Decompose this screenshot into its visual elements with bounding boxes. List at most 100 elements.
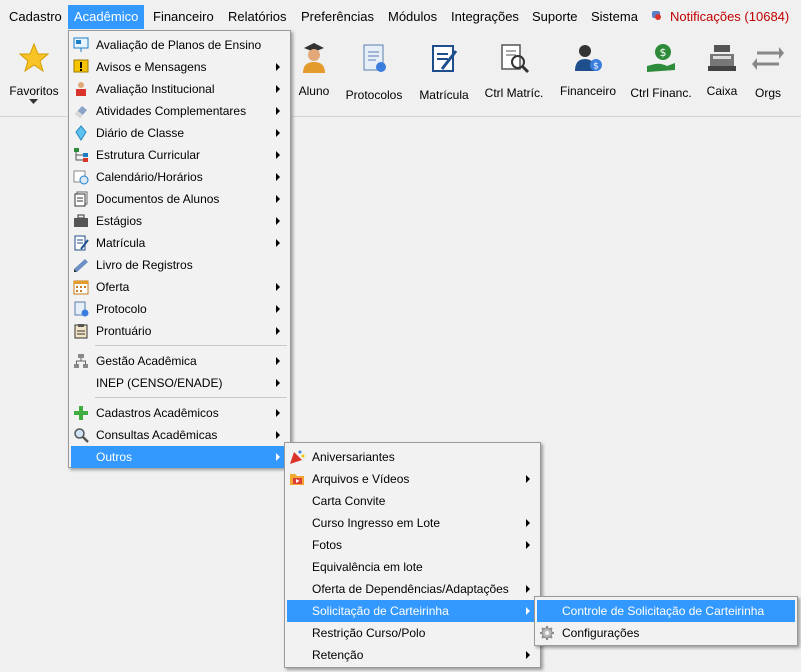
protocol-document-icon bbox=[363, 44, 386, 72]
menu-item-arquivos-videos[interactable]: Arquivos e Vídeos bbox=[287, 468, 538, 490]
menu-item-documentos-alunos[interactable]: Documentos de Alunos bbox=[71, 188, 288, 210]
swap-arrows-icon bbox=[752, 47, 784, 70]
menu-item-protocolo[interactable]: Protocolo bbox=[71, 298, 288, 320]
menu-item-gestao-academica[interactable]: Gestão Acadêmica bbox=[71, 350, 288, 372]
clipboard-icon bbox=[74, 324, 88, 339]
submenu-arrow-icon bbox=[526, 585, 530, 593]
pen-book-icon bbox=[74, 259, 88, 272]
menu-relatorios[interactable]: Relatórios bbox=[222, 5, 293, 29]
menu-item-livro-registros[interactable]: Livro de Registros bbox=[71, 254, 288, 276]
ctrl-matric-button[interactable]: Ctrl Matríc. bbox=[480, 32, 548, 116]
hierarchy-icon bbox=[74, 148, 88, 162]
orgs-button[interactable]: Orgs bbox=[748, 32, 788, 116]
submenu-arrow-icon bbox=[276, 217, 280, 225]
menu-bar: Cadastro Acadêmico Financeiro Relatórios… bbox=[0, 0, 801, 32]
menu-item-inep[interactable]: INEP (CENSO/ENADE) bbox=[71, 372, 288, 394]
menu-item-solicitacao-carteirinha[interactable]: Solicitação de Carteirinha bbox=[287, 600, 538, 622]
financeiro-button[interactable]: $ Financeiro bbox=[556, 32, 620, 116]
protocolos-button[interactable]: Protocolos bbox=[340, 32, 408, 116]
submenu-arrow-icon bbox=[276, 239, 280, 247]
menu-separator bbox=[95, 397, 287, 398]
menu-item-atividades-complementares[interactable]: Atividades Complementares bbox=[71, 100, 288, 122]
menu-item-avisos-mensagens[interactable]: Avisos e Mensagens bbox=[71, 56, 288, 78]
ctrl-matric-label: Ctrl Matríc. bbox=[484, 86, 544, 100]
academico-dropdown: Avaliação de Planos de Ensino Avisos e M… bbox=[68, 30, 291, 468]
menu-item-diario-classe[interactable]: Diário de Classe bbox=[71, 122, 288, 144]
notification-bell-icon bbox=[652, 11, 661, 20]
briefcase-icon bbox=[74, 214, 88, 227]
menu-item-oferta-dependencias[interactable]: Oferta de Dependências/Adaptações bbox=[287, 578, 538, 600]
warning-message-icon bbox=[73, 59, 89, 73]
submenu-arrow-icon bbox=[526, 651, 530, 659]
submenu-arrow-icon bbox=[276, 357, 280, 365]
menu-suporte[interactable]: Suporte bbox=[526, 5, 584, 29]
presentation-icon bbox=[73, 37, 89, 52]
document-stack-icon bbox=[74, 191, 88, 207]
menu-item-estagios[interactable]: Estágios bbox=[71, 210, 288, 232]
menu-item-equivalencia-lote[interactable]: Equivalência em lote bbox=[287, 556, 538, 578]
menu-separator bbox=[95, 345, 287, 346]
submenu-arrow-icon bbox=[276, 129, 280, 137]
submenu-arrow-icon bbox=[276, 195, 280, 203]
favoritos-button[interactable]: Favoritos bbox=[0, 32, 68, 116]
menu-item-avaliacao-planos[interactable]: Avaliação de Planos de Ensino bbox=[71, 34, 288, 56]
menu-item-controle-carteirinha[interactable]: Controle de Solicitação de Carteirinha bbox=[537, 600, 795, 622]
menu-notificacoes[interactable]: Notificações (10684) bbox=[664, 5, 795, 29]
calendar-clock-icon bbox=[73, 170, 89, 185]
magnifier-icon bbox=[74, 428, 89, 443]
menu-item-prontuario[interactable]: Prontuário bbox=[71, 320, 288, 342]
form-pen-icon bbox=[74, 235, 89, 251]
outros-submenu: Aniversariantes Arquivos e Vídeos Carta … bbox=[284, 442, 541, 668]
menu-item-fotos[interactable]: Fotos bbox=[287, 534, 538, 556]
menu-modulos[interactable]: Módulos bbox=[382, 5, 443, 29]
menu-academico[interactable]: Acadêmico bbox=[68, 5, 144, 29]
menu-item-calendario-horarios[interactable]: Calendário/Horários bbox=[71, 166, 288, 188]
menu-item-carta-convite[interactable]: Carta Convite bbox=[287, 490, 538, 512]
submenu-arrow-icon bbox=[526, 541, 530, 549]
caixa-label: Caixa bbox=[706, 84, 738, 98]
menu-cadastro[interactable]: Cadastro bbox=[3, 5, 68, 29]
submenu-arrow-icon bbox=[276, 409, 280, 417]
eraser-icon bbox=[75, 106, 87, 118]
menu-sistema[interactable]: Sistema bbox=[585, 5, 644, 29]
menu-item-consultas-academicas[interactable]: Consultas Acadêmicas bbox=[71, 424, 288, 446]
menu-item-restricao-curso-polo[interactable]: Restrição Curso/Polo bbox=[287, 622, 538, 644]
menu-preferencias[interactable]: Preferências bbox=[295, 5, 380, 29]
plus-icon bbox=[74, 406, 88, 420]
submenu-arrow-icon bbox=[526, 519, 530, 527]
menu-item-outros[interactable]: Outros bbox=[71, 446, 288, 468]
submenu-arrow-icon bbox=[276, 379, 280, 387]
menu-item-oferta[interactable]: Oferta bbox=[71, 276, 288, 298]
submenu-arrow-icon bbox=[276, 327, 280, 335]
matricula-button[interactable]: Matrícula bbox=[414, 32, 474, 116]
submenu-arrow-icon bbox=[276, 305, 280, 313]
menu-item-aniversariantes[interactable]: Aniversariantes bbox=[287, 446, 538, 468]
menu-item-estrutura-curricular[interactable]: Estrutura Curricular bbox=[71, 144, 288, 166]
ctrl-financ-button[interactable]: $ Ctrl Financ. bbox=[626, 32, 696, 116]
menu-item-curso-ingresso-lote[interactable]: Curso Ingresso em Lote bbox=[287, 512, 538, 534]
gear-icon bbox=[540, 626, 554, 640]
menu-item-configuracoes[interactable]: Configurações bbox=[537, 622, 795, 644]
video-folder-icon bbox=[290, 474, 304, 485]
caixa-button[interactable]: Caixa bbox=[700, 32, 744, 116]
submenu-arrow-icon bbox=[276, 63, 280, 71]
org-chart-icon bbox=[74, 354, 88, 368]
carteirinha-submenu: Controle de Solicitação de Carteirinha C… bbox=[534, 596, 798, 646]
submenu-arrow-icon bbox=[276, 453, 280, 461]
menu-item-cadastros-academicos[interactable]: Cadastros Acadêmicos bbox=[71, 402, 288, 424]
favoritos-label: Favoritos bbox=[9, 84, 59, 98]
menu-integracoes[interactable]: Integrações bbox=[445, 5, 525, 29]
submenu-arrow-icon bbox=[276, 85, 280, 93]
menu-item-avaliacao-institucional[interactable]: Avaliação Institucional bbox=[71, 78, 288, 100]
svg-text:$: $ bbox=[660, 46, 667, 59]
cash-register-icon bbox=[708, 45, 736, 71]
submenu-arrow-icon bbox=[276, 283, 280, 291]
star-icon bbox=[18, 42, 50, 73]
menu-financeiro[interactable]: Financeiro bbox=[147, 5, 220, 29]
submenu-arrow-icon bbox=[276, 431, 280, 439]
menu-item-retencao[interactable]: Retenção bbox=[287, 644, 538, 666]
submenu-arrow-icon bbox=[276, 107, 280, 115]
menu-item-matricula[interactable]: Matrícula bbox=[71, 232, 288, 254]
submenu-arrow-icon bbox=[276, 151, 280, 159]
aluno-button[interactable]: Aluno bbox=[292, 32, 336, 116]
